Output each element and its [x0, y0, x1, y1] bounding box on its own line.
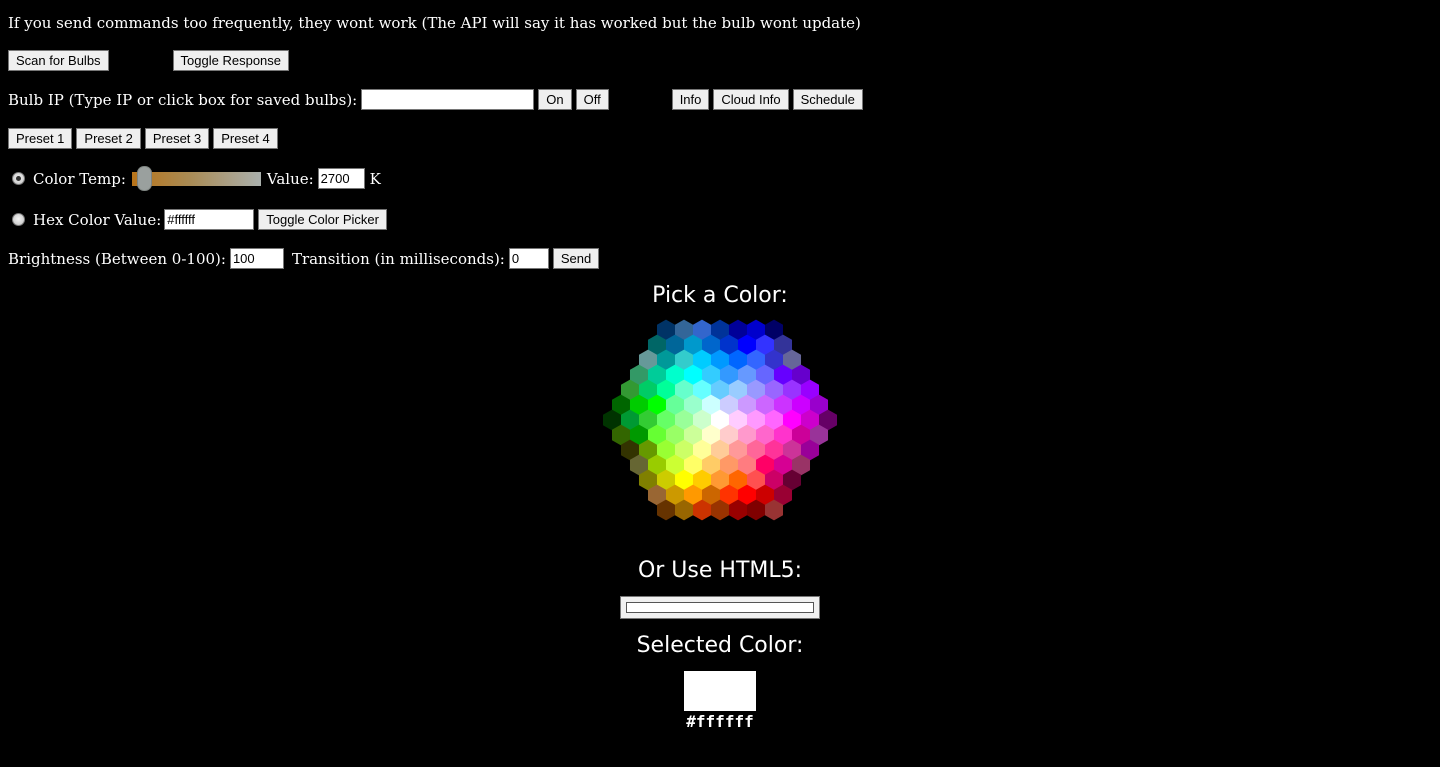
selected-color-swatch — [684, 671, 756, 711]
selected-color-hex: #ffffff — [686, 712, 754, 731]
page: If you send commands too frequently, the… — [0, 0, 1440, 767]
html5-title: Or Use HTML5: — [637, 558, 803, 583]
html5-color-swatch — [626, 602, 814, 613]
selected-color-title: Selected Color: — [636, 633, 804, 658]
html5-color-input[interactable] — [620, 596, 820, 619]
